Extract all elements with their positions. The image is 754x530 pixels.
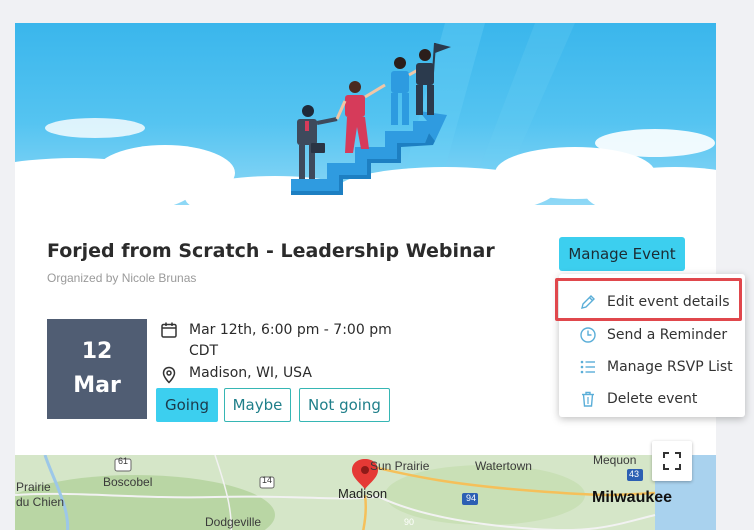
- event-date-badge: 12 Mar: [47, 319, 147, 419]
- menu-item-delete-event[interactable]: Delete event: [559, 384, 745, 414]
- event-location: Madison, WI, USA: [189, 365, 312, 381]
- map-label-boscobel: Boscobel: [103, 475, 153, 489]
- menu-item-send-reminder[interactable]: Send a Reminder: [559, 320, 745, 350]
- menu-item-label: Edit event details: [607, 294, 730, 310]
- map-label-milwaukee: Milwaukee: [592, 489, 673, 506]
- menu-item-manage-rsvp[interactable]: Manage RSVP List: [559, 352, 745, 382]
- menu-item-label: Manage RSVP List: [607, 359, 733, 375]
- event-organizer: Organized by Nicole Brunas: [47, 271, 197, 285]
- map-shield-14: 14: [262, 475, 273, 485]
- fullscreen-icon: [663, 452, 681, 470]
- map-label-du-chien: du Chien: [16, 495, 65, 509]
- map-label-watertown: Watertown: [475, 459, 532, 473]
- list-icon: [580, 360, 595, 374]
- event-timezone: CDT: [189, 343, 219, 359]
- map-shield-61: 61: [118, 456, 129, 466]
- clock-icon: [580, 327, 596, 343]
- menu-item-label: Send a Reminder: [607, 327, 728, 343]
- map-label-madison: Madison: [338, 486, 388, 501]
- rsvp-maybe-button[interactable]: Maybe: [224, 388, 291, 422]
- event-time-row: Mar 12th, 6:00 pm - 7:00 pm CDT: [160, 320, 392, 362]
- event-banner-image: [15, 23, 716, 205]
- manage-event-menu: Edit event details Send a Reminder Manag…: [559, 274, 745, 417]
- trash-icon: [582, 391, 594, 407]
- menu-item-edit-event[interactable]: Edit event details: [559, 287, 745, 317]
- manage-event-button[interactable]: Manage Event: [559, 237, 685, 271]
- map-fullscreen-button[interactable]: [652, 441, 692, 481]
- map-label-prairie: Prairie: [16, 480, 51, 494]
- map-shield-90: 90: [404, 517, 415, 527]
- map-label-mequon: Mequon: [593, 453, 637, 467]
- event-location-row: Madison, WI, USA: [160, 365, 312, 384]
- map-label-sun-prairie: Sun Prairie: [370, 459, 430, 473]
- map-shield-94: 94: [466, 493, 477, 503]
- location-pin-icon: [162, 366, 176, 384]
- rsvp-going-button[interactable]: Going: [156, 388, 218, 422]
- map-shield-43: 43: [629, 469, 640, 479]
- event-title: Forjed from Scratch - Leadership Webinar: [47, 240, 495, 262]
- rsvp-not-going-button[interactable]: Not going: [299, 388, 390, 422]
- date-month: Mar: [73, 373, 121, 398]
- menu-item-label: Delete event: [607, 391, 698, 407]
- event-time: Mar 12th, 6:00 pm - 7:00 pm: [189, 322, 392, 338]
- calendar-icon: [161, 322, 177, 338]
- pencil-icon: [581, 295, 595, 309]
- date-day: 12: [81, 339, 113, 364]
- map-label-dodgeville: Dodgeville: [205, 515, 262, 529]
